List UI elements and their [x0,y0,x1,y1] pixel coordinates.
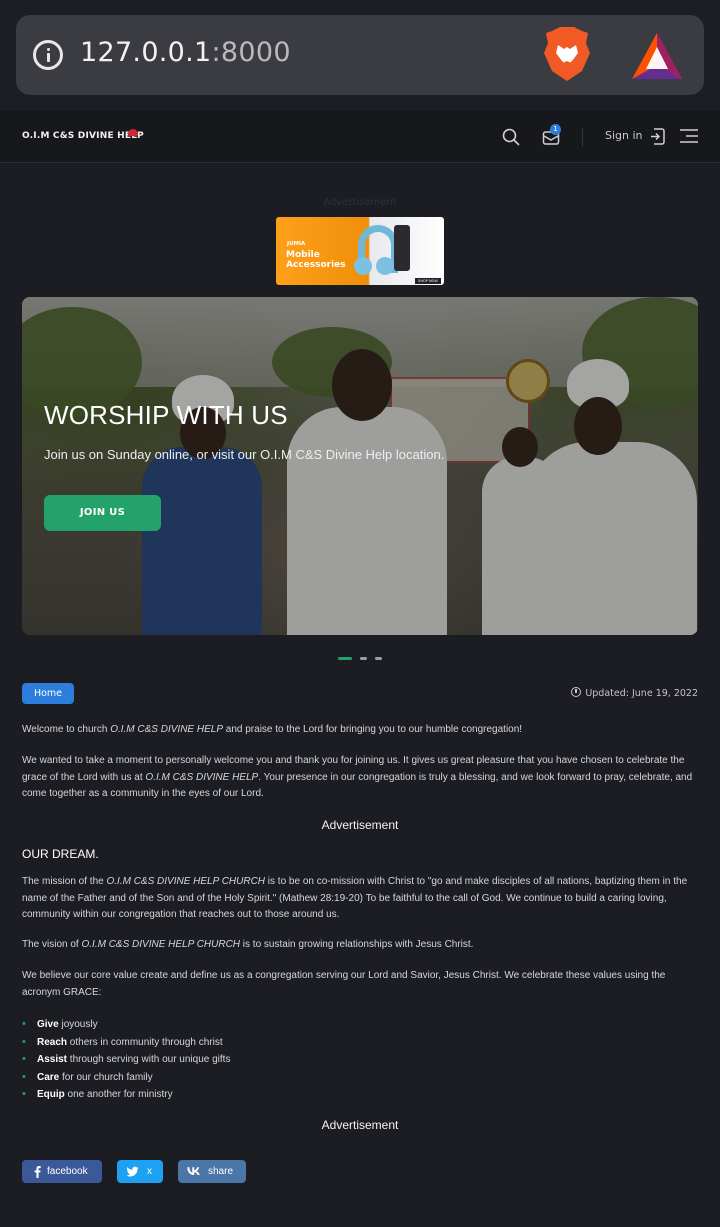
mail-badge: 1 [550,124,561,135]
section-heading: OUR DREAM. [22,847,99,861]
intro-paragraph: We wanted to take a moment to personally… [22,753,698,803]
list-item-text: one another for ministry [64,1089,173,1100]
info-icon[interactable] [33,40,63,70]
list-item: Give joyously [22,1016,230,1034]
list-item-keyword: Assist [37,1054,68,1065]
site-logo[interactable]: O.I.M C&S DIVINE HELP [22,131,144,141]
list-item: Equip one another for ministry [22,1086,230,1104]
vk-share-button[interactable]: share [178,1160,246,1183]
slider-dot[interactable] [360,657,367,660]
search-icon[interactable] [502,128,520,146]
hero-subtitle: Join us on Sunday online, or visit our O… [44,447,445,462]
hero-title: WORSHIP WITH US [44,400,288,430]
ad-cta: SHOP NOW [415,278,441,284]
list-item-keyword: Care [37,1071,60,1083]
church-name: O.I.M C&S DIVINE HELP CHURCH [81,939,241,950]
list-item-text: through serving with our unique gifts [67,1054,231,1065]
vk-label: share [208,1166,234,1177]
address-bar[interactable]: 127.0.0.1:8000 [16,15,704,95]
ad-brand: JUMIA [287,241,306,247]
slider-dot-active[interactable] [338,657,352,660]
list-item-text: others in community through christ [67,1036,223,1048]
text-run: The vision of [22,939,82,950]
text-run: Welcome to church [22,724,111,735]
speaker-image [394,225,410,271]
text-run: is to sustain growing relationships with… [240,939,474,950]
menu-icon[interactable] [680,128,698,144]
hero-slider[interactable]: WORSHIP WITH US Join us on Sunday online… [22,297,698,635]
earcup-image [354,257,372,275]
church-name: O.I.M C&S DIVINE HELP CHURCH [106,876,266,887]
facebook-icon [34,1166,41,1178]
list-item: Reach others in community through christ [22,1034,230,1052]
url-port: :8000 [211,37,291,68]
grace-list: Give joyously Reach others in community … [22,1016,230,1104]
url-host: 127.0.0.1 [80,37,212,68]
advertisement-label: Advertisement [321,818,399,832]
twitter-label: x [147,1166,152,1177]
twitter-share-button[interactable]: x [117,1160,163,1183]
twitter-icon [126,1166,139,1177]
slider-dot[interactable] [375,657,382,660]
mission-paragraph: The mission of the O.I.M C&S DIVINE HELP… [22,874,698,924]
header-divider [582,128,583,147]
list-item: Assist through serving with our unique g… [22,1051,230,1069]
bat-triangle-icon[interactable] [632,33,682,79]
church-name: O.I.M C&S DIVINE HELP [145,771,259,783]
site-header: O.I.M C&S DIVINE HELP Sign in [0,111,720,163]
clock-icon [571,687,582,697]
values-paragraph: We believe our core value create and def… [22,970,666,998]
text-run: and praise to the Lord for bringing you … [223,724,523,735]
list-item: Care for our church family [22,1069,230,1087]
vision-paragraph: The vision of O.I.M C&S DIVINE HELP CHUR… [22,937,698,954]
updated-date: Updated: June 19, 2022 [571,687,698,699]
advertisement-label: Advertisement [321,1118,399,1132]
list-item-keyword: Give [37,1019,59,1030]
ad-title: Mobile Accessories [286,250,346,270]
join-us-button[interactable]: JOIN US [44,495,161,531]
ad-banner[interactable]: JUMIA Mobile Accessories SHOP NOW [276,217,444,285]
breadcrumb-home[interactable]: Home [22,683,74,704]
facebook-share-button[interactable]: facebook [22,1160,102,1183]
updated-text: Updated: June 19, 2022 [585,688,698,699]
advertisement-label: Advertisement [323,197,397,208]
list-item-text: joyously [58,1019,98,1030]
brave-lion-icon[interactable] [544,27,590,81]
facebook-label: facebook [47,1166,88,1177]
browser-toolbar: 127.0.0.1:8000 [0,0,720,111]
hero-overlay [22,297,698,635]
church-name: O.I.M C&S DIVINE HELP [110,724,223,735]
list-item-text: for our church family [59,1071,153,1083]
list-item-keyword: Equip [37,1089,65,1100]
url-text[interactable]: 127.0.0.1:8000 [80,37,291,68]
santa-hat-icon [128,129,138,136]
text-run: The mission of the [22,876,107,887]
vk-icon [187,1167,200,1175]
signin-link[interactable]: Sign in [605,129,643,142]
welcome-paragraph: Welcome to church O.I.M C&S DIVINE HELP … [22,722,698,739]
signin-icon[interactable] [649,128,665,145]
earcup-image [376,257,394,275]
list-item-keyword: Reach [37,1036,68,1048]
